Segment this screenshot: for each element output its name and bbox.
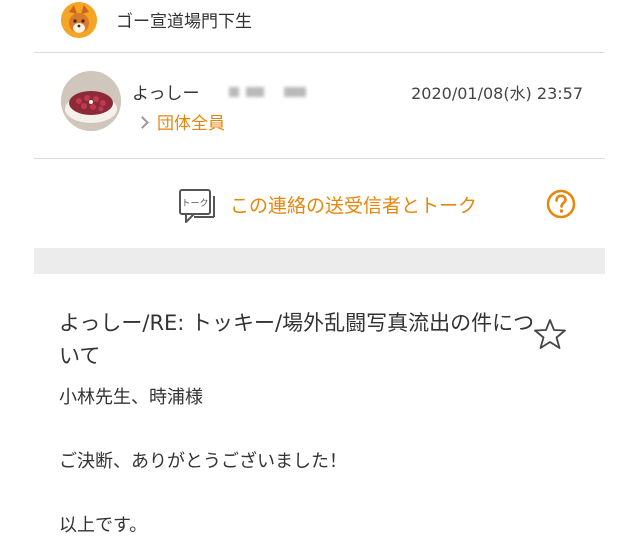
redacted-text (246, 87, 264, 97)
section-divider (34, 248, 605, 274)
redacted-text (284, 87, 306, 97)
talk-with-recipients-link[interactable]: この連絡の送受信者とトーク (230, 191, 477, 218)
sent-date: 2020/01/08(水) 23:57 (411, 84, 583, 103)
message-body-line: 小林先生、時浦様 (59, 387, 203, 408)
sender-name: よっしー (132, 84, 200, 104)
message-body-line: 以上です。 (59, 515, 148, 536)
recipients-link[interactable]: 団体全員 (136, 109, 225, 134)
talk-icon-label: トーク (181, 198, 208, 209)
group-avatar (61, 2, 97, 38)
talk-bubble-icon[interactable]: トーク (178, 187, 218, 225)
question-circle-icon[interactable] (546, 189, 576, 219)
group-header[interactable]: ゴー宣道場門下生 (34, 0, 605, 53)
message-subject: よっしー/RE: トッキー/場外乱闘写真流出の件について (59, 311, 535, 368)
sender-row: よっしー 2020/01/08(水) 23:57 団体全員 (34, 53, 605, 159)
sender-avatar[interactable] (61, 71, 121, 131)
star-outline-icon[interactable] (534, 318, 566, 350)
redacted-text (229, 87, 239, 97)
talk-row: トーク この連絡の送受信者とトーク (34, 159, 605, 247)
message-body-line: ご決断、ありがとうございました！ (59, 451, 347, 472)
message-detail-screen: ゴー宣道場門下生 よっしー 2020/01/08(水) 23:57 団体全員 ト… (34, 0, 605, 557)
group-name: ゴー宣道場門下生 (116, 12, 252, 32)
cake-photo-avatar (61, 71, 121, 131)
recipients-label: 団体全員 (157, 114, 225, 134)
shiba-dog-icon (61, 2, 97, 38)
chevron-right-icon (136, 116, 149, 129)
